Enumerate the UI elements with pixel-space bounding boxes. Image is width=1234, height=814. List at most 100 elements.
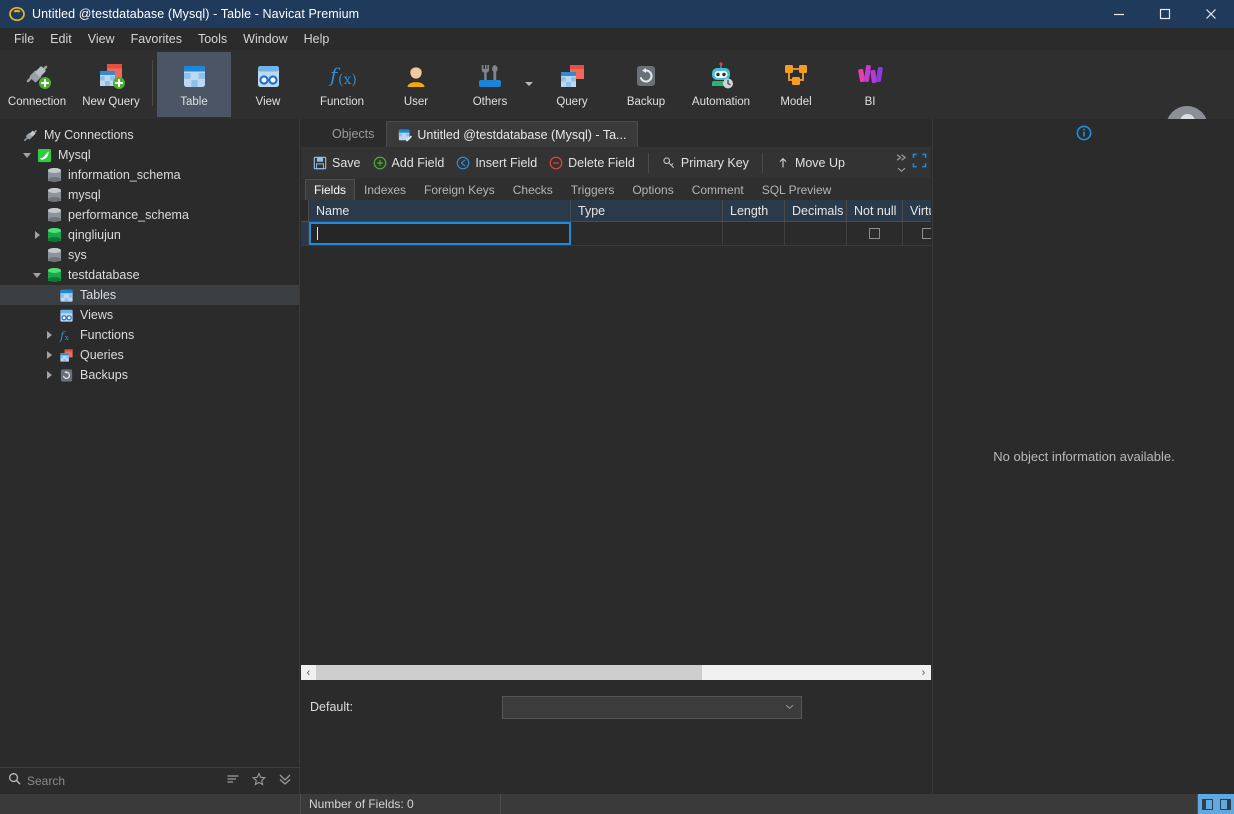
function-fx-icon: f (x): [326, 58, 358, 94]
menu-window[interactable]: Window: [235, 29, 295, 49]
tree-item-label: testdatabase: [68, 268, 140, 282]
tree-item-my-connections[interactable]: My Connections: [0, 125, 299, 145]
toggle-right-panel-icon[interactable]: [1216, 794, 1234, 814]
tree-arrow-collapsed[interactable]: [30, 231, 44, 239]
virtual-checkbox[interactable]: [922, 228, 931, 239]
tree-item-qingliujun[interactable]: qingliujun: [0, 225, 299, 245]
toolbar-backup[interactable]: Backup: [609, 52, 683, 117]
insert-field-button[interactable]: Insert Field: [450, 153, 543, 173]
tree-item-backups[interactable]: Backups: [0, 365, 299, 385]
toolbar-table[interactable]: Table: [157, 52, 231, 117]
chevron-double-right-icon[interactable]: [895, 153, 908, 173]
tab-objects[interactable]: Objects: [301, 121, 386, 147]
tree-arrow-expanded[interactable]: [30, 272, 44, 278]
add-field-button[interactable]: Add Field: [367, 153, 451, 173]
field-not-null-cell[interactable]: [847, 222, 903, 245]
subtab-fields[interactable]: Fields: [305, 179, 356, 200]
fullscreen-icon[interactable]: [912, 153, 927, 173]
scroll-left-arrow[interactable]: ‹: [301, 665, 316, 680]
tree-item-mysql-db[interactable]: mysql: [0, 185, 299, 205]
close-button[interactable]: [1188, 0, 1234, 28]
scroll-right-arrow[interactable]: ›: [916, 665, 931, 680]
field-type-cell[interactable]: [571, 222, 723, 245]
subtab-comment[interactable]: Comment: [683, 179, 753, 200]
sort-lines-icon[interactable]: [226, 772, 240, 791]
chevron-down-icon[interactable]: [784, 702, 795, 713]
chevron-down-icon[interactable]: [525, 82, 533, 86]
toolbar-user-label: User: [403, 96, 429, 108]
sidebar-search-bar[interactable]: Search: [0, 767, 300, 794]
field-virtual-cell[interactable]: [903, 222, 931, 245]
column-header-decimals[interactable]: Decimals: [785, 200, 847, 221]
tab-label: Objects: [332, 127, 375, 141]
subtab-foreign-keys[interactable]: Foreign Keys: [415, 179, 504, 200]
subtab-sql-preview[interactable]: SQL Preview: [753, 179, 841, 200]
tree-item-testdatabase[interactable]: testdatabase: [0, 265, 299, 285]
tree-item-performance-schema[interactable]: performance_schema: [0, 205, 299, 225]
column-header-type[interactable]: Type: [571, 200, 723, 221]
toolbar-view[interactable]: View: [231, 52, 305, 117]
tab-table-designer[interactable]: Untitled @testdatabase (Mysql) - Ta...: [386, 121, 639, 147]
tree-item-views[interactable]: Views: [0, 305, 299, 325]
subtab-indexes[interactable]: Indexes: [355, 179, 415, 200]
menu-favorites[interactable]: Favorites: [123, 29, 190, 49]
maximize-button[interactable]: [1142, 0, 1188, 28]
menu-help[interactable]: Help: [296, 29, 338, 49]
scrollbar-track[interactable]: [316, 665, 916, 680]
column-header-length[interactable]: Length: [723, 200, 785, 221]
menu-view[interactable]: View: [80, 29, 123, 49]
tree-arrow-collapsed[interactable]: [42, 331, 56, 339]
subtab-options[interactable]: Options: [623, 179, 682, 200]
toolbar-automation[interactable]: Automation: [683, 52, 759, 117]
tree-arrow-collapsed[interactable]: [42, 371, 56, 379]
toolbar-others[interactable]: Others: [453, 52, 533, 117]
tree-item-functions[interactable]: f x Functions: [0, 325, 299, 345]
field-name-input[interactable]: [309, 222, 571, 245]
table-row[interactable]: [301, 222, 931, 246]
toolbar-connection[interactable]: Connection: [0, 52, 74, 117]
menu-bar: File Edit View Favorites Tools Window He…: [0, 28, 1234, 50]
toolbar-user[interactable]: User: [379, 52, 453, 117]
field-length-cell[interactable]: [723, 222, 785, 245]
grid-horizontal-scrollbar[interactable]: ‹ ›: [301, 665, 931, 680]
minimize-button[interactable]: [1096, 0, 1142, 28]
database-gray-icon: [44, 167, 64, 183]
subtab-label: Checks: [512, 182, 553, 197]
scrollbar-thumb[interactable]: [316, 665, 702, 680]
column-header-virtual[interactable]: Virtu: [903, 200, 931, 221]
delete-field-button[interactable]: Delete Field: [543, 153, 641, 173]
toolbar-model[interactable]: Model: [759, 52, 833, 117]
menu-edit[interactable]: Edit: [42, 29, 80, 49]
toggle-left-panel-icon[interactable]: [1198, 794, 1216, 814]
tree-item-sys[interactable]: sys: [0, 245, 299, 265]
field-decimals-cell[interactable]: [785, 222, 847, 245]
connection-plug-plus-icon: [21, 58, 53, 94]
tree-item-queries[interactable]: Queries: [0, 345, 299, 365]
toolbar-function[interactable]: f (x) Function: [305, 52, 379, 117]
sidebar-search-actions: [226, 771, 292, 791]
toolbar-new-query[interactable]: New Query: [74, 52, 148, 117]
column-header-name[interactable]: Name: [309, 200, 571, 221]
toolbar-query[interactable]: Query: [535, 52, 609, 117]
subtab-checks[interactable]: Checks: [504, 179, 562, 200]
save-button[interactable]: Save: [307, 153, 367, 173]
subtab-label: Indexes: [364, 182, 407, 197]
default-value-combobox[interactable]: [502, 695, 802, 719]
menu-file[interactable]: File: [6, 29, 42, 49]
move-up-button[interactable]: Move Up: [770, 153, 851, 173]
tree-item-information-schema[interactable]: information_schema: [0, 165, 299, 185]
subtab-triggers[interactable]: Triggers: [562, 179, 624, 200]
tree-item-tables[interactable]: Tables: [0, 285, 299, 305]
toolbar-bi[interactable]: BI: [833, 52, 907, 117]
tree-arrow-expanded[interactable]: [20, 152, 34, 158]
menu-tools[interactable]: Tools: [190, 29, 235, 49]
title-bar: Untitled @testdatabase (Mysql) - Table -…: [0, 0, 1234, 28]
star-icon[interactable]: [251, 771, 267, 791]
primary-key-button[interactable]: Primary Key: [656, 153, 755, 173]
tree-item-mysql-connection[interactable]: Mysql: [0, 145, 299, 165]
tree-arrow-collapsed[interactable]: [42, 351, 56, 359]
column-header-not-null[interactable]: Not null: [847, 200, 903, 221]
toolbar-function-label: Function: [319, 96, 365, 108]
collapse-all-icon[interactable]: [278, 772, 292, 791]
not-null-checkbox[interactable]: [869, 228, 880, 239]
